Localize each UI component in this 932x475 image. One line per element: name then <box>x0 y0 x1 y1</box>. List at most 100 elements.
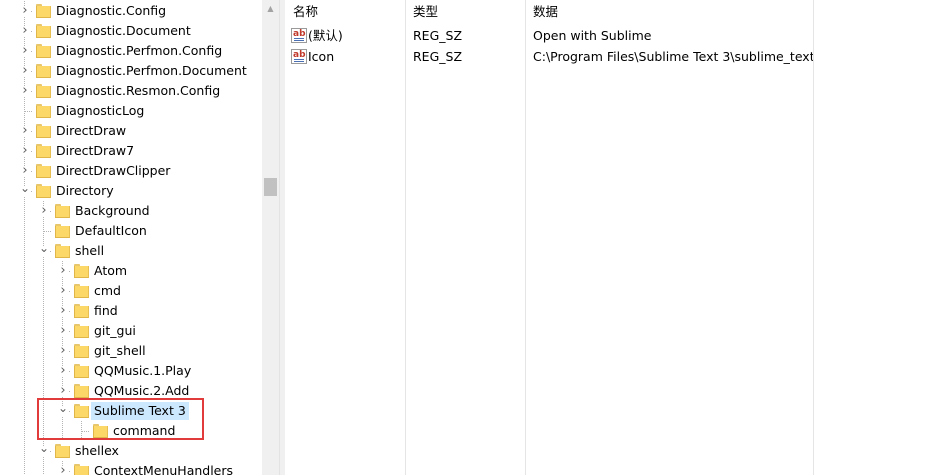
tree-guide-line <box>24 361 25 381</box>
tree-node[interactable]: › Diagnostic.Perfmon.Document <box>0 61 262 81</box>
scroll-up-arrow-icon[interactable]: ▲ <box>262 0 279 17</box>
value-row[interactable]: ab (默认) REG_SZ Open with Sublime <box>285 25 932 46</box>
chevron-right-icon[interactable]: › <box>20 124 30 137</box>
tree-guide-line <box>24 281 25 301</box>
chevron-down-icon[interactable]: ⌄ <box>39 442 49 456</box>
values-list-pane[interactable]: 名称 类型 数据 ab (默认) REG_SZ Open with Sublim… <box>285 0 932 475</box>
tree-node[interactable]: ⌄ Directory <box>0 181 262 201</box>
tree-node-label[interactable]: git_shell <box>91 342 149 360</box>
column-divider[interactable] <box>813 0 814 475</box>
chevron-right-icon[interactable]: › <box>20 24 30 37</box>
tree-node[interactable]: › find <box>0 301 262 321</box>
tree-node-label[interactable]: Diagnostic.Config <box>53 2 169 20</box>
tree-node-label[interactable]: DirectDraw <box>53 122 129 140</box>
chevron-right-icon[interactable]: › <box>58 464 68 475</box>
value-name: Icon <box>308 49 335 64</box>
chevron-right-icon[interactable]: › <box>58 344 68 357</box>
tree-guide-line <box>43 341 44 361</box>
tree-node[interactable]: › git_shell <box>0 341 262 361</box>
tree-node-label[interactable]: find <box>91 302 121 320</box>
tree-guide-line <box>24 261 25 281</box>
tree-node-label[interactable]: Atom <box>91 262 130 280</box>
tree-node[interactable]: › Background <box>0 201 262 221</box>
tree-node-label[interactable]: DirectDraw7 <box>53 142 137 160</box>
tree-guide-line <box>44 231 52 232</box>
tree-node-label[interactable]: Directory <box>53 182 117 200</box>
column-divider[interactable] <box>405 0 406 475</box>
tree-guide-line <box>43 301 44 321</box>
chevron-right-icon[interactable]: › <box>58 384 68 397</box>
tree-node[interactable]: › DirectDrawClipper <box>0 161 262 181</box>
value-name: (默认) <box>308 28 343 43</box>
string-value-icon: ab <box>291 49 307 64</box>
tree-node[interactable]: › ContextMenuHandlers <box>0 461 262 475</box>
chevron-down-icon[interactable]: ⌄ <box>39 242 49 256</box>
column-header-type[interactable]: 类型 <box>405 0 525 24</box>
annotation-highlight-box <box>37 398 204 440</box>
tree-node[interactable]: › Diagnostic.Perfmon.Config <box>0 41 262 61</box>
chevron-right-icon[interactable]: › <box>20 144 30 157</box>
folder-icon <box>74 383 89 398</box>
tree-node[interactable]: › DirectDraw <box>0 121 262 141</box>
tree-vertical-scrollbar[interactable]: ▲ <box>262 0 279 475</box>
tree-guide-line <box>24 321 25 341</box>
tree-node[interactable]: › Diagnostic.Document <box>0 21 262 41</box>
tree-node-label[interactable]: ContextMenuHandlers <box>91 462 236 475</box>
tree-node[interactable]: ⌄ shell <box>0 241 262 261</box>
scrollbar-thumb[interactable] <box>264 178 277 196</box>
tree-node-label[interactable]: git_gui <box>91 322 139 340</box>
column-header-name[interactable]: 名称 <box>285 0 405 24</box>
tree-node[interactable]: › Diagnostic.Resmon.Config <box>0 81 262 101</box>
chevron-down-icon[interactable]: ⌄ <box>20 182 30 196</box>
tree-node-label[interactable]: Diagnostic.Perfmon.Config <box>53 42 225 60</box>
tree-guide-line <box>43 261 44 281</box>
tree-guide-line <box>24 381 25 401</box>
chevron-right-icon[interactable]: › <box>58 264 68 277</box>
chevron-right-icon[interactable]: › <box>58 324 68 337</box>
tree-node[interactable]: › cmd <box>0 281 262 301</box>
tree-node-label[interactable]: shell <box>72 242 107 260</box>
chevron-right-icon[interactable]: › <box>20 4 30 17</box>
tree-node-label[interactable]: Diagnostic.Document <box>53 22 194 40</box>
chevron-right-icon[interactable]: › <box>58 284 68 297</box>
chevron-right-icon[interactable]: › <box>39 204 49 217</box>
column-header-data[interactable]: 数据 <box>525 0 815 24</box>
chevron-right-icon[interactable]: › <box>58 364 68 377</box>
tree-node[interactable]: › Atom <box>0 261 262 281</box>
chevron-right-icon[interactable]: › <box>20 164 30 177</box>
tree-guide-line <box>43 281 44 301</box>
tree-node-label[interactable]: cmd <box>91 282 124 300</box>
folder-icon <box>36 23 51 38</box>
tree-node[interactable]: DiagnosticLog <box>0 101 262 121</box>
tree-node[interactable]: › DirectDraw7 <box>0 141 262 161</box>
folder-icon <box>55 443 70 458</box>
folder-icon <box>36 123 51 138</box>
value-type: REG_SZ <box>413 28 463 43</box>
chevron-right-icon[interactable]: › <box>20 84 30 97</box>
chevron-right-icon[interactable]: › <box>20 64 30 77</box>
tree-node-label[interactable]: DiagnosticLog <box>53 102 147 120</box>
tree-guide-line <box>24 241 25 261</box>
tree-guide-line <box>25 111 33 112</box>
tree-node-label[interactable]: DirectDrawClipper <box>53 162 173 180</box>
tree-node-label[interactable]: DefaultIcon <box>72 222 150 240</box>
tree-node[interactable]: › QQMusic.1.Play <box>0 361 262 381</box>
value-row[interactable]: ab Icon REG_SZ C:\Program Files\Sublime … <box>285 46 932 67</box>
tree-node-label[interactable]: Diagnostic.Resmon.Config <box>53 82 223 100</box>
folder-icon <box>36 63 51 78</box>
tree-node[interactable]: › Diagnostic.Config <box>0 1 262 21</box>
tree-node-label[interactable]: Diagnostic.Perfmon.Document <box>53 62 250 80</box>
tree-node-label[interactable]: shellex <box>72 442 122 460</box>
tree-node-label[interactable]: QQMusic.1.Play <box>91 362 194 380</box>
folder-icon <box>36 83 51 98</box>
tree-node[interactable]: DefaultIcon <box>0 221 262 241</box>
tree-guide-line <box>24 441 25 461</box>
chevron-right-icon[interactable]: › <box>58 304 68 317</box>
tree-guide-line <box>24 401 25 421</box>
folder-icon <box>36 103 51 118</box>
tree-node-label[interactable]: Background <box>72 202 153 220</box>
tree-node[interactable]: › git_gui <box>0 321 262 341</box>
column-divider[interactable] <box>525 0 526 475</box>
tree-node[interactable]: ⌄ shellex <box>0 441 262 461</box>
chevron-right-icon[interactable]: › <box>20 44 30 57</box>
